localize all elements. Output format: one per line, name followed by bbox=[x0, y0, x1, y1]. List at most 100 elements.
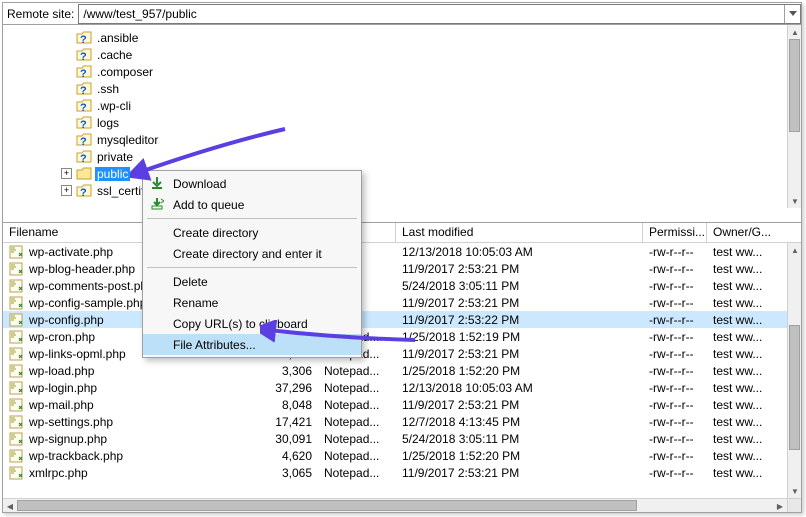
scroll-down-icon[interactable]: ▼ bbox=[788, 484, 801, 498]
file-owner: test ww... bbox=[707, 279, 787, 293]
files-vscrollbar[interactable]: ▲ ▼ bbox=[787, 243, 801, 498]
file-permissions: -rw-r--r-- bbox=[643, 432, 707, 446]
scroll-up-icon[interactable]: ▲ bbox=[788, 243, 801, 257]
file-row[interactable]: wp-config.php ad... 11/9/2017 2:53:22 PM… bbox=[3, 311, 787, 328]
tree-node-label: public bbox=[95, 167, 130, 181]
remote-path-dropdown-icon[interactable] bbox=[784, 5, 800, 23]
file-size: 37,296 bbox=[264, 381, 318, 395]
tree-node-mysqleditor[interactable]: ?mysqleditor bbox=[61, 131, 801, 148]
file-name: wp-config-sample.php bbox=[29, 296, 146, 310]
file-name: wp-mail.php bbox=[29, 398, 94, 412]
php-file-icon bbox=[9, 313, 25, 327]
file-owner: test ww... bbox=[707, 296, 787, 310]
svg-text:?: ? bbox=[80, 119, 87, 130]
file-size: 4,620 bbox=[264, 449, 318, 463]
context-menu-item-label: Create directory bbox=[173, 226, 258, 240]
context-menu-item-file-attributes[interactable]: File Attributes... bbox=[143, 334, 361, 355]
file-owner: test ww... bbox=[707, 432, 787, 446]
context-menu-item-copy-url-s-to-clipboard[interactable]: Copy URL(s) to clipboard bbox=[143, 313, 361, 334]
file-type: Notepad... bbox=[318, 432, 396, 446]
scroll-left-icon[interactable]: ◀ bbox=[3, 499, 17, 512]
file-modified: 11/9/2017 2:53:21 PM bbox=[396, 398, 643, 412]
folder-unknown-icon: ? bbox=[76, 99, 92, 113]
file-row[interactable]: xmlrpc.php 3,065 Notepad... 11/9/2017 2:… bbox=[3, 464, 787, 481]
svg-text:?: ? bbox=[80, 187, 87, 198]
header-owner[interactable]: Owner/G... bbox=[707, 223, 801, 242]
tree-node-label: logs bbox=[95, 116, 121, 130]
tree-node-composer[interactable]: ?.composer bbox=[61, 63, 801, 80]
tree-node-wpcli[interactable]: ?.wp-cli bbox=[61, 97, 801, 114]
folder-unknown-icon: ? bbox=[76, 31, 92, 45]
file-owner: test ww... bbox=[707, 466, 787, 480]
file-modified: 11/9/2017 2:53:21 PM bbox=[396, 466, 643, 480]
tree-node-label: .wp-cli bbox=[95, 99, 133, 113]
file-row[interactable]: wp-activate.php ad... 12/13/2018 10:05:0… bbox=[3, 243, 787, 260]
context-menu-item-create-directory-and-enter-it[interactable]: Create directory and enter it bbox=[143, 243, 361, 264]
svg-text:?: ? bbox=[80, 34, 87, 45]
tree-node-private[interactable]: ?private bbox=[61, 148, 801, 165]
scroll-up-icon[interactable]: ▲ bbox=[788, 25, 802, 39]
tree-node-ssh[interactable]: ?.ssh bbox=[61, 80, 801, 97]
remote-path-text: /www/test_957/public bbox=[83, 7, 196, 21]
context-menu[interactable]: Download Add to queue Create directory Crea… bbox=[142, 170, 362, 358]
file-row[interactable]: wp-mail.php 8,048 Notepad... 11/9/2017 2… bbox=[3, 396, 787, 413]
context-menu-item-label: File Attributes... bbox=[173, 338, 256, 352]
file-row[interactable]: wp-blog-header.php ad... 11/9/2017 2:53:… bbox=[3, 260, 787, 277]
header-permissions[interactable]: Permissi... bbox=[643, 223, 707, 242]
file-permissions: -rw-r--r-- bbox=[643, 449, 707, 463]
context-menu-item-delete[interactable]: Delete bbox=[143, 271, 361, 292]
tree-expander-icon[interactable]: + bbox=[61, 168, 72, 179]
folder-unknown-icon: ? bbox=[76, 65, 92, 79]
context-menu-item-label: Rename bbox=[173, 296, 218, 310]
folder-unknown-icon: ? bbox=[76, 48, 92, 62]
file-row[interactable]: wp-trackback.php 4,620 Notepad... 1/25/2… bbox=[3, 447, 787, 464]
context-menu-separator bbox=[147, 218, 357, 219]
php-file-icon bbox=[9, 330, 25, 344]
scroll-down-icon[interactable]: ▼ bbox=[788, 194, 802, 208]
file-name: wp-settings.php bbox=[29, 415, 113, 429]
tree-expander-icon[interactable]: + bbox=[61, 185, 72, 196]
php-file-icon bbox=[9, 381, 25, 395]
folder-unknown-icon: ? bbox=[76, 116, 92, 130]
remote-path-combobox[interactable]: /www/test_957/public bbox=[78, 4, 801, 24]
file-row[interactable]: wp-comments-post.ph ad... 5/24/2018 3:05… bbox=[3, 277, 787, 294]
file-row[interactable]: wp-cron.php 3,669 Notepad... 1/25/2018 1… bbox=[3, 328, 787, 345]
file-name: wp-trackback.php bbox=[29, 449, 123, 463]
tree-node-logs[interactable]: ? logs bbox=[61, 114, 801, 131]
scroll-right-icon[interactable]: ▶ bbox=[773, 499, 787, 512]
file-row[interactable]: wp-settings.php 17,421 Notepad... 12/7/2… bbox=[3, 413, 787, 430]
file-type: Notepad... bbox=[318, 381, 396, 395]
file-name: wp-blog-header.php bbox=[29, 262, 135, 276]
file-permissions: -rw-r--r-- bbox=[643, 296, 707, 310]
folder-unknown-icon: ? bbox=[76, 184, 92, 198]
file-row[interactable]: wp-load.php 3,306 Notepad... 1/25/2018 1… bbox=[3, 362, 787, 379]
php-file-icon bbox=[9, 245, 25, 259]
context-menu-item-label: Add to queue bbox=[173, 198, 244, 212]
files-hscrollbar[interactable]: ◀ ▶ bbox=[3, 498, 801, 512]
file-permissions: -rw-r--r-- bbox=[643, 381, 707, 395]
file-name: wp-comments-post.ph bbox=[29, 279, 147, 293]
file-name: wp-links-opml.php bbox=[29, 347, 126, 361]
file-permissions: -rw-r--r-- bbox=[643, 330, 707, 344]
file-row[interactable]: wp-links-opml.php 2,422 Notepad... 11/9/… bbox=[3, 345, 787, 362]
file-name: wp-config.php bbox=[29, 313, 104, 327]
file-size: 3,306 bbox=[264, 364, 318, 378]
tree-node-ansible[interactable]: ?.ansible bbox=[61, 29, 801, 46]
file-row[interactable]: wp-login.php 37,296 Notepad... 12/13/201… bbox=[3, 379, 787, 396]
context-menu-item-rename[interactable]: Rename bbox=[143, 292, 361, 313]
context-menu-item-create-directory[interactable]: Create directory bbox=[143, 222, 361, 243]
file-row[interactable]: wp-config-sample.php ad... 11/9/2017 2:5… bbox=[3, 294, 787, 311]
file-name: wp-signup.php bbox=[29, 432, 107, 446]
tree-node-cache[interactable]: ?.cache bbox=[61, 46, 801, 63]
queue-icon bbox=[149, 196, 165, 212]
file-row[interactable]: wp-signup.php 30,091 Notepad... 5/24/201… bbox=[3, 430, 787, 447]
file-modified: 1/25/2018 1:52:20 PM bbox=[396, 449, 643, 463]
header-modified[interactable]: Last modified bbox=[396, 223, 643, 242]
tree-scrollbar[interactable]: ▲ ▼ bbox=[787, 25, 801, 208]
context-menu-item-add-to-queue[interactable]: Add to queue bbox=[143, 194, 361, 215]
context-menu-item-download[interactable]: Download bbox=[143, 173, 361, 194]
file-size: 17,421 bbox=[264, 415, 318, 429]
php-file-icon bbox=[9, 296, 25, 310]
file-type: Notepad... bbox=[318, 364, 396, 378]
php-file-icon bbox=[9, 262, 25, 276]
